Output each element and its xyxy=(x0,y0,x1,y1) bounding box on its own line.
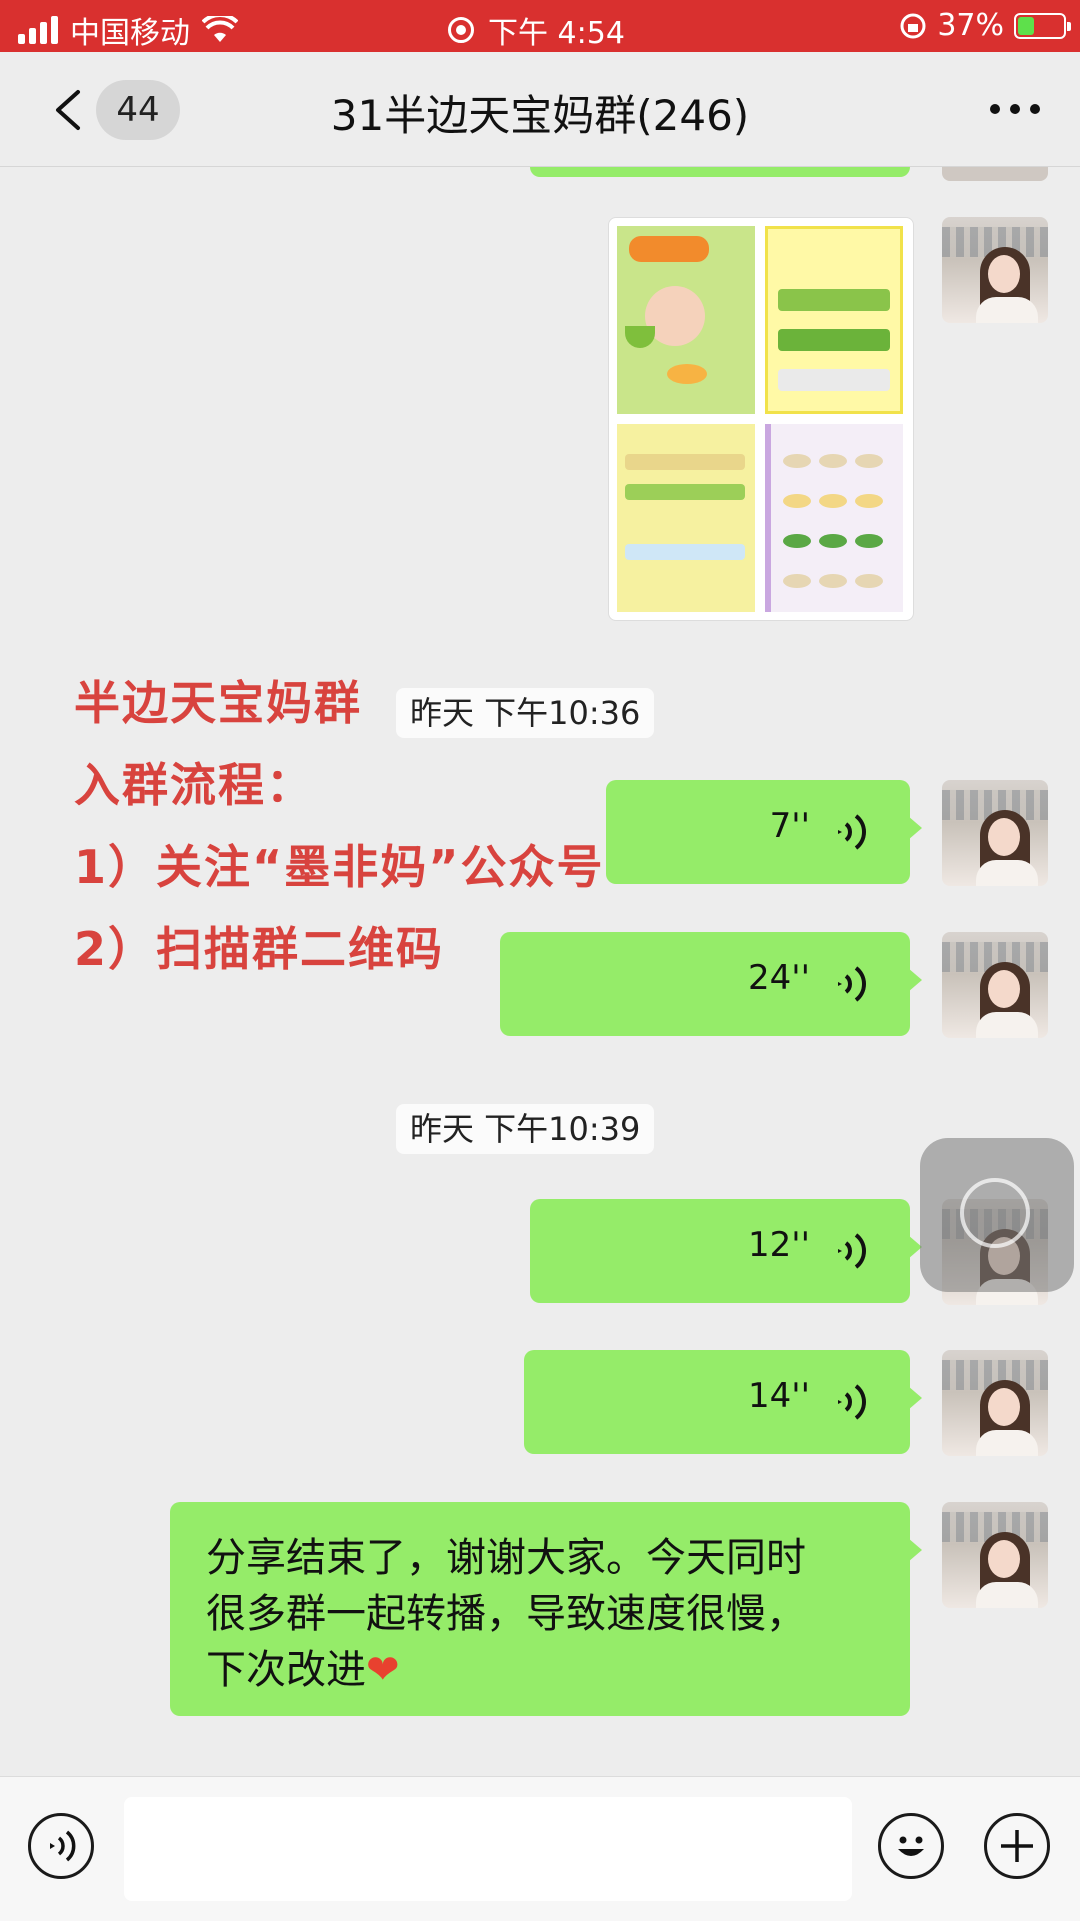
avatar[interactable] xyxy=(942,1350,1048,1456)
voice-duration: 12'' xyxy=(748,1225,810,1265)
emoji-icon[interactable] xyxy=(878,1813,944,1879)
chat-message-list[interactable]: 昨天 下午10:36 7'' 24'' 昨天 下午10:39 12'' 14''… xyxy=(0,167,1080,1775)
voice-duration: 24'' xyxy=(748,958,810,998)
input-bar xyxy=(0,1776,1080,1921)
previous-message-bubble[interactable] xyxy=(530,167,910,177)
avatar[interactable] xyxy=(942,780,1048,886)
overlay-line: 入群流程： xyxy=(74,758,314,812)
message-input[interactable] xyxy=(124,1797,852,1901)
voice-message[interactable]: 7'' xyxy=(606,780,922,884)
overlay-line: 1）关注“墨非妈”公众号 xyxy=(74,840,605,894)
plus-icon[interactable] xyxy=(984,1813,1050,1879)
overlay-line: 2）扫描群二维码 xyxy=(74,922,445,976)
screen-record-icon xyxy=(448,17,474,43)
voice-wave-icon xyxy=(838,966,866,1002)
message-text-line: 下次改进 xyxy=(206,1647,366,1693)
status-bar: 中国移动 下午 4:54 37% xyxy=(0,0,1080,52)
voice-message[interactable]: 14'' xyxy=(524,1350,922,1454)
voice-duration: 7'' xyxy=(769,806,810,846)
battery-icon xyxy=(1014,12,1071,39)
voice-wave-icon xyxy=(838,1384,866,1420)
voice-message[interactable]: 12'' xyxy=(530,1199,922,1303)
voice-input-toggle-icon[interactable] xyxy=(28,1813,94,1879)
overlay-line: 半边天宝妈群 xyxy=(74,676,362,730)
text-message[interactable]: 分享结束了，谢谢大家。今天同时 很多群一起转播，导致速度很慢， 下次改进❤ xyxy=(170,1502,922,1716)
voice-message[interactable]: 24'' xyxy=(500,932,922,1036)
signal-icon xyxy=(18,16,58,44)
heart-emoji: ❤ xyxy=(366,1647,400,1693)
assistive-touch-button[interactable] xyxy=(920,1138,1074,1292)
rotation-lock-icon xyxy=(900,13,926,38)
voice-wave-icon xyxy=(838,814,866,850)
chat-title: 31半边天宝妈群(246) xyxy=(330,91,750,140)
voice-duration: 14'' xyxy=(748,1376,810,1416)
wifi-icon xyxy=(202,16,238,42)
image-page-2 xyxy=(765,226,903,414)
avatar[interactable] xyxy=(942,167,1048,181)
timestamp-label: 昨天 下午10:36 xyxy=(396,688,655,738)
image-page-4 xyxy=(765,424,903,612)
carrier-label: 中国移动 xyxy=(70,16,190,51)
chat-header: 44 31半边天宝妈群(246) xyxy=(0,52,1080,167)
avatar[interactable] xyxy=(942,1502,1048,1608)
message-text-line: 很多群一起转播，导致速度很慢， xyxy=(206,1591,806,1637)
image-page-1 xyxy=(617,226,755,414)
clock-time: 下午 4:54 xyxy=(488,16,625,51)
message-text-line: 分享结束了，谢谢大家。今天同时 xyxy=(206,1535,806,1581)
image-message[interactable] xyxy=(608,217,914,621)
avatar[interactable] xyxy=(942,932,1048,1038)
battery-percent: 37% xyxy=(937,8,1004,43)
avatar[interactable] xyxy=(942,217,1048,323)
voice-wave-icon xyxy=(838,1233,866,1269)
timestamp-label: 昨天 下午10:39 xyxy=(396,1104,655,1154)
image-page-3 xyxy=(617,424,755,612)
more-options-icon[interactable] xyxy=(990,104,1040,114)
